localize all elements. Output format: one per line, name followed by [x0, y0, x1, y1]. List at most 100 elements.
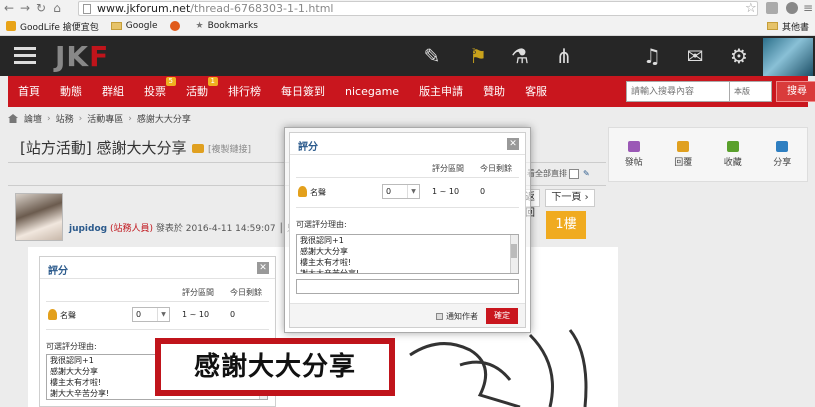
site-logo[interactable]: JKF [55, 40, 109, 73]
flag-icon[interactable]: ⚑ [466, 44, 490, 68]
col-remaining: 今日剩餘 [230, 288, 262, 297]
favorite-button[interactable]: 收藏 [724, 141, 742, 168]
post-meta: jupidog (站務人員) 發表於 2016-4-11 14:59:07 │ … [69, 221, 314, 234]
poster-role: (站務人員) [109, 224, 153, 234]
menu-icon[interactable]: ≡ [801, 0, 815, 17]
nav-ranking[interactable]: 排行榜 [218, 76, 271, 107]
thread-title: [站方活動] 感謝大大分享 [20, 139, 187, 157]
rating-dialog: 評分 ✕ 評分區間 今日剩餘 名聲 0 ▼ 1 ~ 10 0 可選評分理由: 我很… [289, 132, 526, 328]
vertical-view-toggle[interactable]: 看全部直排 ✎ [527, 168, 590, 179]
close-icon[interactable]: ✕ [507, 138, 519, 150]
nav-moderator-apply[interactable]: 版主申請 [409, 76, 473, 107]
pencil-icon [627, 141, 640, 152]
bookmark-goodlife[interactable]: GoodLife 搶便宜包 [6, 20, 99, 33]
col-range: 評分區間 [182, 288, 214, 297]
score-select[interactable]: 0 ▼ [132, 307, 170, 322]
search-form: 本版 搜尋 [626, 81, 815, 102]
gear-icon[interactable]: ⚙ [727, 44, 751, 68]
col-remaining: 今日剩餘 [480, 164, 512, 173]
breadcrumb: 論壇 › 站務 › 活動專區 › 感謝大大分享 [8, 112, 191, 125]
chevron-down-icon: ▼ [407, 185, 419, 198]
next-page-button[interactable]: 下一頁 › [545, 189, 595, 207]
nav-vote[interactable]: 投票 5 [134, 76, 176, 107]
range-value: 1 ~ 10 [432, 187, 460, 196]
col-range: 評分區間 [432, 164, 464, 173]
crumb-thread[interactable]: 感謝大大分享 [137, 112, 191, 125]
nav-feed[interactable]: 動態 [50, 76, 92, 107]
shield-icon[interactable] [786, 2, 798, 14]
custom-reason-input[interactable] [296, 279, 519, 294]
address-bar[interactable]: www.jkforum.net/thread-6768303-1-1.html [78, 1, 758, 16]
bell-icon[interactable]: ♫ [640, 44, 664, 68]
chevron-down-icon: ▼ [157, 308, 169, 321]
folder-icon [110, 22, 122, 30]
crumb-forum[interactable]: 論壇 [24, 112, 42, 125]
nav-nicegame[interactable]: nicegame [335, 76, 409, 107]
bookmark-fox[interactable] [169, 21, 184, 31]
home-icon[interactable] [8, 114, 18, 123]
nav-events[interactable]: 活動 1 [176, 76, 218, 107]
share-icon [776, 141, 789, 152]
checkbox[interactable] [436, 313, 443, 320]
score-select[interactable]: 0 ▼ [382, 184, 420, 199]
bookmark-bookmarks[interactable]: ★ Bookmarks [196, 21, 258, 31]
wrench-icon[interactable]: ✎ [583, 169, 590, 178]
reason-list[interactable]: 我很認同+1 感謝大大分享 樓主太有才啦! 謝大大辛苦分享! [296, 234, 519, 274]
search-input[interactable] [626, 81, 730, 102]
share-icon[interactable]: ⋔ [552, 44, 576, 68]
notify-author-checkbox[interactable]: 通知作者 [436, 311, 478, 322]
goodlife-icon [6, 21, 16, 31]
range-value: 1 ~ 10 [182, 310, 210, 319]
mail-icon[interactable]: ✉ [683, 44, 707, 68]
confirm-button[interactable]: 確定 [486, 308, 518, 324]
reply-button[interactable]: 回覆 [674, 141, 692, 168]
poster-name[interactable]: jupidog [69, 224, 107, 234]
flask-icon[interactable]: ⚗ [508, 44, 532, 68]
url-path: /thread-6768303-1-1.html [190, 2, 334, 15]
poster-avatar[interactable] [15, 193, 63, 241]
new-post-button[interactable]: 發帖 [625, 141, 643, 168]
search-scope-select[interactable]: 本版 [730, 81, 772, 102]
star-icon: ★ [195, 21, 204, 31]
nav-home[interactable]: 首頁 [8, 76, 50, 107]
forward-icon[interactable]: → [18, 0, 32, 17]
main-nav: 首頁 動態 群組 投票 5 活動 1 排行榜 每日簽到 nicegame 版主申請 … [8, 76, 815, 107]
thread-actions: 發帖 回覆 收藏 分享 [608, 127, 808, 182]
rating-title: 評分 [298, 142, 318, 153]
close-icon[interactable]: ✕ [257, 262, 269, 274]
scrollbar-thumb[interactable] [511, 244, 517, 258]
reload-icon[interactable]: ↻ [34, 0, 48, 17]
search-button[interactable]: 搜尋 [776, 81, 815, 102]
criterion-label: 名聲 [310, 188, 326, 197]
nav-sponsor[interactable]: 贊助 [473, 76, 515, 107]
nav-groups[interactable]: 群組 [92, 76, 134, 107]
reason-option[interactable]: 感謝大大分享 [300, 246, 518, 257]
scrollbar[interactable] [510, 235, 518, 273]
nav-badge: 1 [207, 77, 218, 86]
nav-badge: 5 [165, 77, 176, 86]
bookmark-google[interactable]: Google [110, 21, 158, 31]
reason-option[interactable]: 我很認同+1 [300, 235, 518, 246]
hamburger-menu-icon[interactable] [14, 47, 36, 68]
nav-checkin[interactable]: 每日簽到 [271, 76, 335, 107]
edit-icon[interactable]: ✎ [420, 44, 444, 68]
reason-option[interactable]: 謝大大辛苦分享! [300, 268, 518, 273]
browser-toolbar: ← → ↻ ⌂ www.jkforum.net/thread-6768303-1… [0, 0, 815, 17]
reason-label: 可選評分理由: [296, 220, 347, 229]
remaining-value: 0 [230, 310, 236, 319]
reason-option[interactable]: 樓主太有才啦! [300, 257, 518, 268]
home-icon[interactable]: ⌂ [50, 0, 64, 17]
share-button[interactable]: 分享 [773, 141, 791, 168]
bookmark-star-icon[interactable]: ☆ [745, 0, 757, 17]
copy-link[interactable]: [複製鏈接] [192, 142, 251, 155]
nav-support[interactable]: 客服 [515, 76, 557, 107]
crumb-events[interactable]: 活動專區 [87, 112, 123, 125]
dialog-footer: 通知作者 確定 [290, 303, 525, 327]
other-bookmarks[interactable]: 其他書 [766, 20, 809, 33]
medal-icon [298, 186, 307, 197]
user-avatar[interactable] [763, 38, 813, 76]
extension-icon[interactable] [766, 2, 778, 14]
toggle-checkbox[interactable] [569, 168, 579, 179]
crumb-site[interactable]: 站務 [56, 112, 74, 125]
back-icon[interactable]: ← [2, 0, 16, 17]
